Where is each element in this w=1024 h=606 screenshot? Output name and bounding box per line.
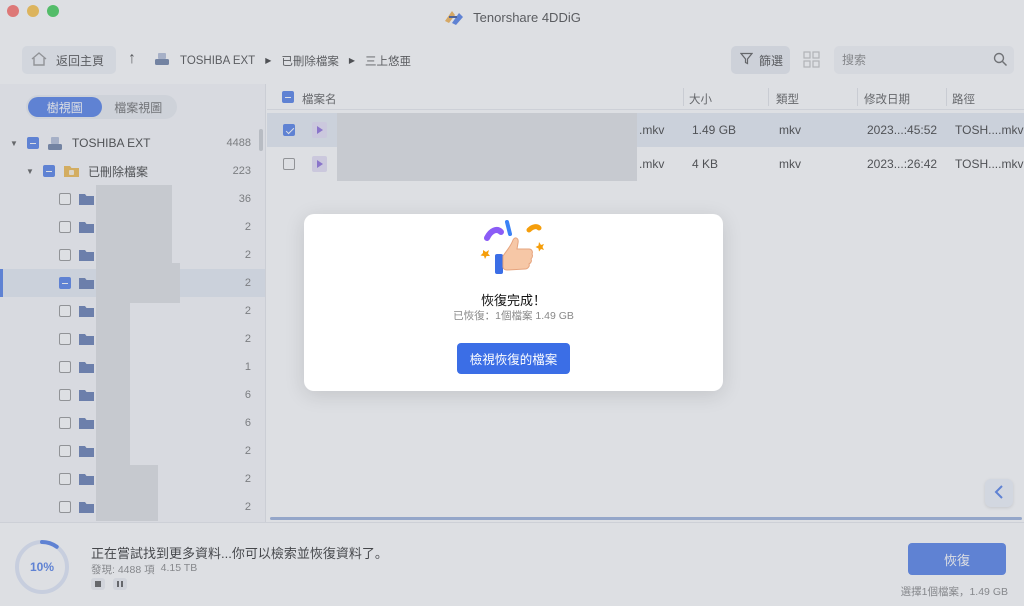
- thumbs-up-icon: [480, 220, 544, 274]
- app-window: Tenorshare 4DDiG 返回主頁 ↑ TOSHIBA EXT ▶ 已刪…: [0, 0, 1024, 606]
- recovery-complete-dialog: 恢復完成！ 已恢復：1個檔案 1.49 GB 檢視恢復的檔案: [304, 214, 723, 391]
- dialog-title: 恢復完成！: [480, 293, 546, 308]
- view-recovered-files-button[interactable]: 檢視恢復的檔案: [457, 343, 570, 374]
- dialog-subtitle: 已恢復：1個檔案 1.49 GB: [453, 310, 574, 322]
